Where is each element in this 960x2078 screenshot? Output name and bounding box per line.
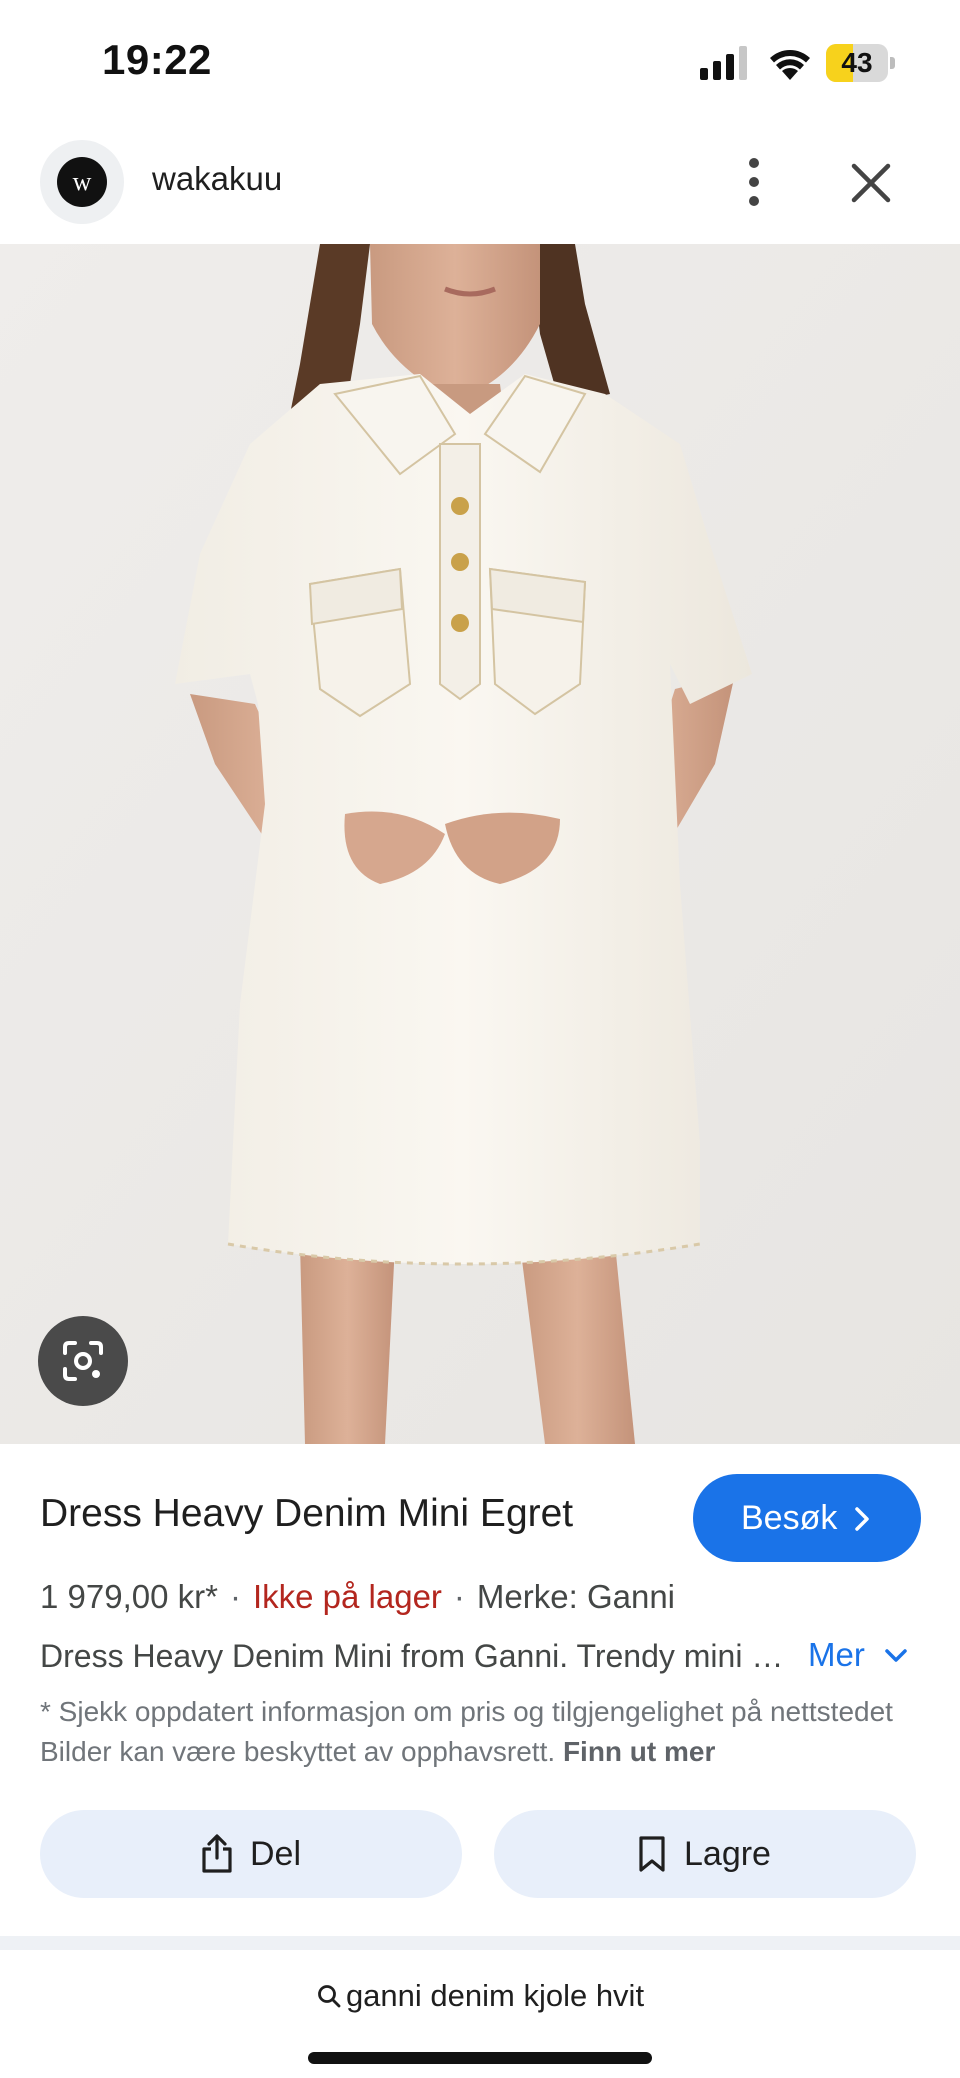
product-photo (0, 244, 960, 1444)
product-info-panel: Dress Heavy Denim Mini Egret Besøk 1 979… (0, 1444, 960, 1944)
battery-icon: 43 (826, 44, 896, 82)
close-icon[interactable] (846, 158, 896, 208)
product-title[interactable]: Dress Heavy Denim Mini Egret (40, 1492, 573, 1536)
bookmark-icon (639, 1836, 665, 1872)
site-avatar[interactable]: w (40, 140, 124, 224)
status-bar: 19:22 43 (0, 0, 960, 120)
visit-button-label: Besøk (741, 1499, 838, 1537)
visit-button[interactable]: Besøk (693, 1474, 921, 1562)
status-time: 19:22 (102, 36, 212, 83)
stock-status: Ikke på lager (252, 1578, 442, 1615)
product-description: Dress Heavy Denim Mini from Ganni. Trend… (40, 1638, 800, 1674)
chevron-right-icon (855, 1507, 869, 1531)
search-query-text: ganni denim kjole hvit (345, 1978, 645, 2013)
google-lens-button[interactable] (38, 1316, 128, 1406)
result-header: w wakakuu (0, 120, 960, 244)
google-lens-icon (63, 1341, 103, 1381)
share-button-label: Del (250, 1835, 302, 1873)
search-icon (318, 1985, 341, 2008)
bottom-search-bar: ganni denim kjole hvit (0, 1950, 960, 2078)
disclaimer: * Sjekk oppdatert informasjon om pris og… (40, 1692, 920, 1772)
share-icon (202, 1834, 232, 1873)
more-vert-icon[interactable] (732, 154, 776, 210)
divider (0, 1936, 960, 1950)
product-brand: Merke: Ganni (476, 1578, 676, 1615)
wifi-icon (770, 50, 810, 80)
site-name[interactable]: wakakuu (152, 160, 282, 198)
save-button-label: Lagre (684, 1835, 771, 1873)
product-image[interactable] (0, 244, 960, 1444)
more-link[interactable]: Mer (808, 1636, 865, 1674)
product-price: 1 979,00 kr* (40, 1578, 218, 1615)
save-button[interactable]: Lagre (494, 1810, 916, 1898)
share-button[interactable]: Del (40, 1810, 462, 1898)
meta-separator: · (229, 1578, 241, 1615)
signal-icon (700, 46, 747, 80)
meta-separator: · (453, 1578, 465, 1615)
product-meta: 1 979,00 kr* · Ikke på lager · Merke: Ganni (40, 1578, 675, 1616)
battery-level: 43 (841, 47, 873, 78)
chevron-down-icon[interactable] (884, 1648, 908, 1664)
disclaimer-text: * Sjekk oppdatert informasjon om pris og… (40, 1696, 893, 1767)
site-avatar-letter: w (57, 157, 107, 207)
search-query[interactable]: ganni denim kjole hvit (0, 1978, 960, 2014)
home-indicator[interactable] (308, 2052, 652, 2064)
learn-more-link[interactable]: Finn ut mer (563, 1736, 715, 1767)
